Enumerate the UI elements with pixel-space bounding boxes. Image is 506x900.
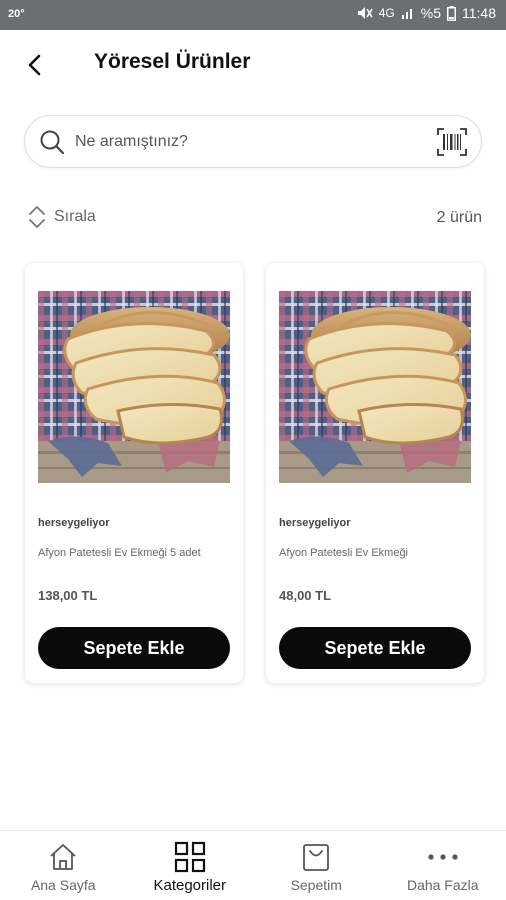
mute-icon	[357, 6, 373, 20]
clock: 11:48	[462, 5, 496, 21]
sort-icon	[29, 206, 45, 228]
list-toolbar: Sırala 2 ürün	[24, 200, 482, 234]
nav-label: Daha Fazla	[406, 877, 479, 893]
temperature-text: 20°	[8, 8, 25, 20]
signal-icon	[401, 6, 415, 20]
product-card: herseygeliyor Afyon Patetesli Ev Ekmeği …	[266, 263, 484, 683]
bottom-navigation: Ana Sayfa Kategoriler Sepetim Daha Fazla	[0, 830, 506, 900]
search-bar	[24, 115, 482, 168]
product-count: 2 ürün	[436, 209, 482, 226]
add-to-cart-button[interactable]: Sepete Ekle	[279, 627, 471, 669]
nav-item-cart[interactable]: Sepetim	[253, 831, 380, 900]
nav-label: Sepetim	[290, 877, 342, 893]
app-header: Yöresel Ürünler	[0, 30, 506, 96]
product-price: 48,00 TL	[279, 588, 332, 603]
more-dots-icon	[426, 841, 460, 873]
product-name[interactable]: Afyon Patetesli Ev Ekmeği	[279, 547, 475, 559]
battery-percent: %5	[420, 5, 441, 21]
network-label: 4G	[378, 6, 395, 20]
nav-item-more[interactable]: Daha Fazla	[380, 831, 506, 900]
nav-item-categories[interactable]: Kategoriler	[127, 831, 254, 900]
sort-button[interactable]: Sırala	[28, 204, 96, 230]
search-icon	[39, 129, 65, 160]
seller-name: herseygeliyor	[38, 517, 110, 529]
chevron-left-icon	[28, 54, 41, 76]
grid-icon	[174, 841, 206, 873]
nav-label: Ana Sayfa	[30, 877, 96, 893]
product-image[interactable]	[279, 291, 471, 483]
shopping-bag-icon	[301, 841, 331, 873]
product-name[interactable]: Afyon Patetesli Ev Ekmeği 5 adet	[38, 547, 234, 559]
barcode-scan-button[interactable]	[437, 128, 467, 161]
nav-label: Kategoriler	[153, 877, 227, 894]
sort-label: Sırala	[54, 208, 96, 225]
back-button[interactable]	[18, 48, 52, 82]
battery-icon	[447, 5, 456, 21]
status-icons: 4G %5 11:48	[357, 5, 496, 21]
product-image[interactable]	[38, 291, 230, 483]
barcode-icon	[437, 128, 467, 156]
product-price: 138,00 TL	[38, 588, 98, 603]
seller-name: herseygeliyor	[279, 517, 351, 529]
home-icon	[48, 841, 78, 873]
page-title: Yöresel Ürünler	[94, 50, 251, 73]
status-bar: 20° 4G %5 11:48	[0, 0, 506, 30]
nav-item-home[interactable]: Ana Sayfa	[0, 831, 127, 900]
search-input[interactable]	[75, 126, 415, 158]
add-to-cart-button[interactable]: Sepete Ekle	[38, 627, 230, 669]
product-card: herseygeliyor Afyon Patetesli Ev Ekmeği …	[25, 263, 243, 683]
